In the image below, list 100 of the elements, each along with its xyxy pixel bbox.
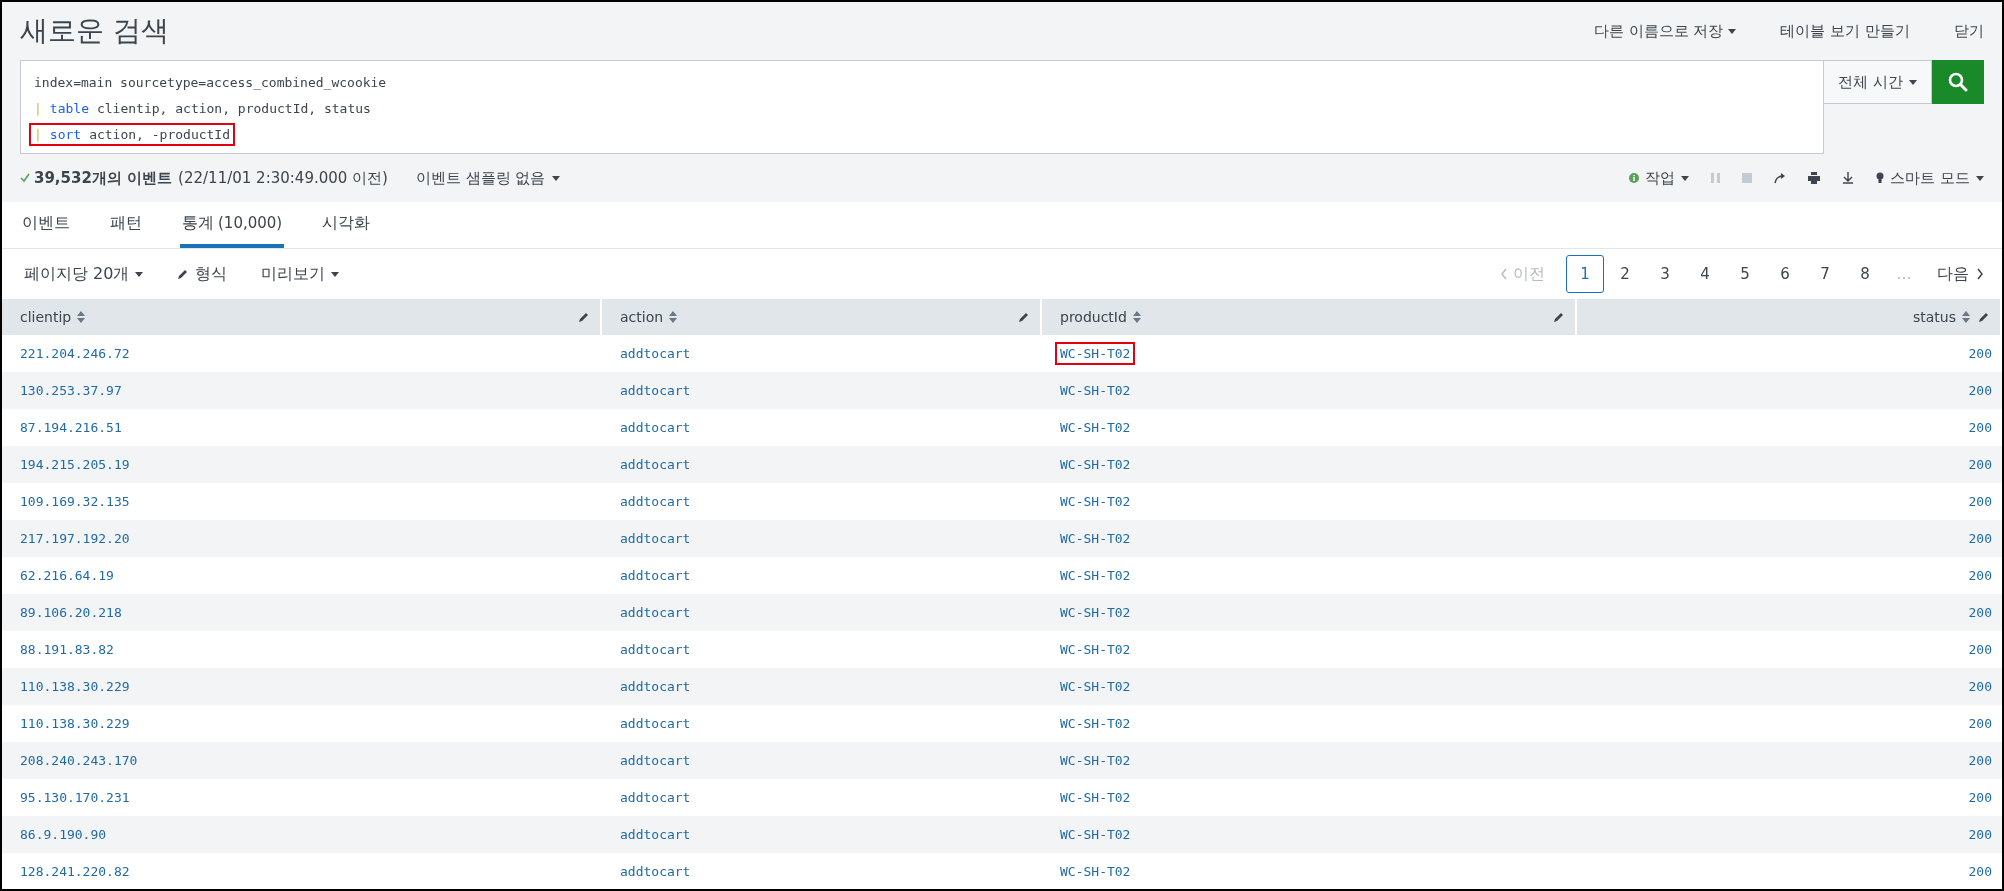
table-cell[interactable]: addtocart (615, 416, 696, 439)
table-cell[interactable]: addtocart (615, 490, 696, 513)
print-icon[interactable] (1808, 172, 1821, 184)
table-cell[interactable]: 62.216.64.19 (15, 564, 119, 587)
table-cell[interactable]: 89.106.20.218 (15, 601, 127, 624)
table-cell[interactable]: 95.130.170.231 (15, 786, 135, 809)
table-cell[interactable]: 200 (1963, 786, 1997, 809)
next-button[interactable]: 다음 (1937, 263, 1984, 285)
table-cell[interactable]: WC-SH-T02 (1055, 379, 1136, 402)
table-cell[interactable]: 208.240.243.170 (15, 749, 143, 772)
table-cell[interactable]: WC-SH-T02 (1055, 490, 1136, 513)
table-cell[interactable]: addtocart (615, 786, 696, 809)
format-button[interactable]: 형식 (177, 263, 228, 285)
table-cell[interactable]: 200 (1963, 416, 1997, 439)
table-cell[interactable]: WC-SH-T02 (1055, 342, 1136, 365)
page-button[interactable]: 2 (1606, 255, 1644, 293)
table-cell[interactable]: addtocart (615, 342, 696, 365)
table-cell[interactable]: 194.215.205.19 (15, 453, 135, 476)
table-cell[interactable]: 200 (1963, 712, 1997, 735)
header-link[interactable]: 테이블 보기 만들기 (1780, 21, 1910, 41)
sort-icon[interactable] (77, 311, 86, 323)
table-cell[interactable]: 110.138.30.229 (15, 712, 135, 735)
pencil-icon[interactable] (1553, 311, 1565, 323)
table-cell[interactable]: 200 (1963, 342, 1997, 365)
sort-icon[interactable] (669, 311, 678, 323)
page-button[interactable]: 6 (1766, 255, 1804, 293)
table-cell[interactable]: 221.204.246.72 (15, 342, 135, 365)
table-cell[interactable]: addtocart (615, 638, 696, 661)
table-cell[interactable]: WC-SH-T02 (1055, 675, 1136, 698)
pencil-icon[interactable] (1018, 311, 1030, 323)
table-cell[interactable]: WC-SH-T02 (1055, 601, 1136, 624)
table-cell[interactable]: 200 (1963, 601, 1997, 624)
preview-dropdown[interactable]: 미리보기 (261, 263, 340, 285)
table-cell[interactable]: addtocart (615, 749, 696, 772)
search-button[interactable] (1932, 60, 1984, 104)
table-cell[interactable]: addtocart (615, 823, 696, 846)
table-cell[interactable]: addtocart (615, 453, 696, 476)
table-cell[interactable]: WC-SH-T02 (1055, 416, 1136, 439)
table-cell[interactable]: addtocart (615, 379, 696, 402)
table-cell[interactable]: addtocart (615, 527, 696, 550)
table-cell[interactable]: 200 (1963, 749, 1997, 772)
table-cell[interactable]: addtocart (615, 860, 696, 883)
table-cell[interactable]: WC-SH-T02 (1055, 786, 1136, 809)
table-cell[interactable]: 200 (1963, 453, 1997, 476)
table-cell[interactable]: 200 (1963, 564, 1997, 587)
share-icon[interactable] (1774, 172, 1787, 184)
per-page-dropdown[interactable]: 페이지당 20개 (24, 263, 144, 285)
column-header[interactable]: action (602, 299, 1042, 335)
sampling-dropdown[interactable]: 이벤트 샘플링 없음 (415, 168, 560, 188)
search-mode-dropdown[interactable]: 스마트 모드 (1876, 168, 1984, 188)
table-cell[interactable]: 200 (1963, 638, 1997, 661)
table-cell[interactable]: addtocart (615, 675, 696, 698)
table-cell[interactable]: addtocart (615, 564, 696, 587)
table-cell[interactable]: 217.197.192.20 (15, 527, 135, 550)
column-header[interactable]: productId (1042, 299, 1577, 335)
table-cell[interactable]: WC-SH-T02 (1055, 638, 1136, 661)
table-cell[interactable]: WC-SH-T02 (1055, 453, 1136, 476)
table-cell[interactable]: 200 (1963, 379, 1997, 402)
sort-icon[interactable] (1962, 311, 1970, 323)
pencil-icon[interactable] (1978, 311, 1990, 323)
time-range-picker[interactable]: 전체 시간 (1824, 60, 1932, 104)
column-header[interactable]: status (1577, 299, 2002, 335)
table-cell[interactable]: addtocart (615, 601, 696, 624)
table-cell[interactable]: 109.169.32.135 (15, 490, 135, 513)
table-cell[interactable]: 88.191.83.82 (15, 638, 119, 661)
tab[interactable]: 이벤트 (20, 202, 72, 248)
table-cell[interactable]: 200 (1963, 823, 1997, 846)
page-button[interactable]: 4 (1686, 255, 1724, 293)
table-cell[interactable]: 86.9.190.90 (15, 823, 112, 846)
page-button[interactable]: 5 (1726, 255, 1764, 293)
search-field[interactable]: index=main sourcetype=access_combined_wcookie | table clientip, action, productId, status | sort action, -productId (20, 60, 1825, 154)
table-cell[interactable]: WC-SH-T02 (1055, 749, 1136, 772)
table-cell[interactable]: 200 (1963, 675, 1997, 698)
table-cell[interactable]: WC-SH-T02 (1055, 823, 1136, 846)
table-cell[interactable]: 200 (1963, 527, 1997, 550)
table-cell[interactable]: 200 (1963, 860, 1997, 883)
pencil-icon[interactable] (578, 311, 590, 323)
table-cell[interactable]: 87.194.216.51 (15, 416, 127, 439)
table-cell[interactable]: WC-SH-T02 (1055, 712, 1136, 735)
page-button[interactable]: 3 (1646, 255, 1684, 293)
table-cell[interactable]: WC-SH-T02 (1055, 527, 1136, 550)
table-cell[interactable]: 200 (1963, 490, 1997, 513)
tab[interactable]: 시각화 (320, 202, 373, 248)
page-button[interactable]: 8 (1846, 255, 1884, 293)
page-button[interactable]: 1 (1566, 255, 1604, 293)
table-cell[interactable]: 130.253.37.97 (15, 379, 127, 402)
dropdown-button[interactable]: 다른 이름으로 저장 (1593, 21, 1737, 41)
table-cell[interactable]: WC-SH-T02 (1055, 564, 1136, 587)
table-cell[interactable]: 110.138.30.229 (15, 675, 135, 698)
page-button[interactable]: 7 (1806, 255, 1844, 293)
header-link[interactable]: 닫기 (1954, 21, 1984, 41)
sort-icon[interactable] (1132, 311, 1141, 323)
table-cell[interactable]: addtocart (615, 712, 696, 735)
job-menu[interactable]: 작업 (1629, 168, 1690, 188)
column-header[interactable]: clientip (2, 299, 602, 335)
table-cell[interactable]: WC-SH-T02 (1055, 860, 1136, 883)
tab[interactable]: 통계 (10,000) (180, 202, 285, 248)
download-icon[interactable] (1842, 172, 1855, 184)
table-cell[interactable]: 128.241.220.82 (15, 860, 135, 883)
tab[interactable]: 패턴 (108, 202, 144, 248)
